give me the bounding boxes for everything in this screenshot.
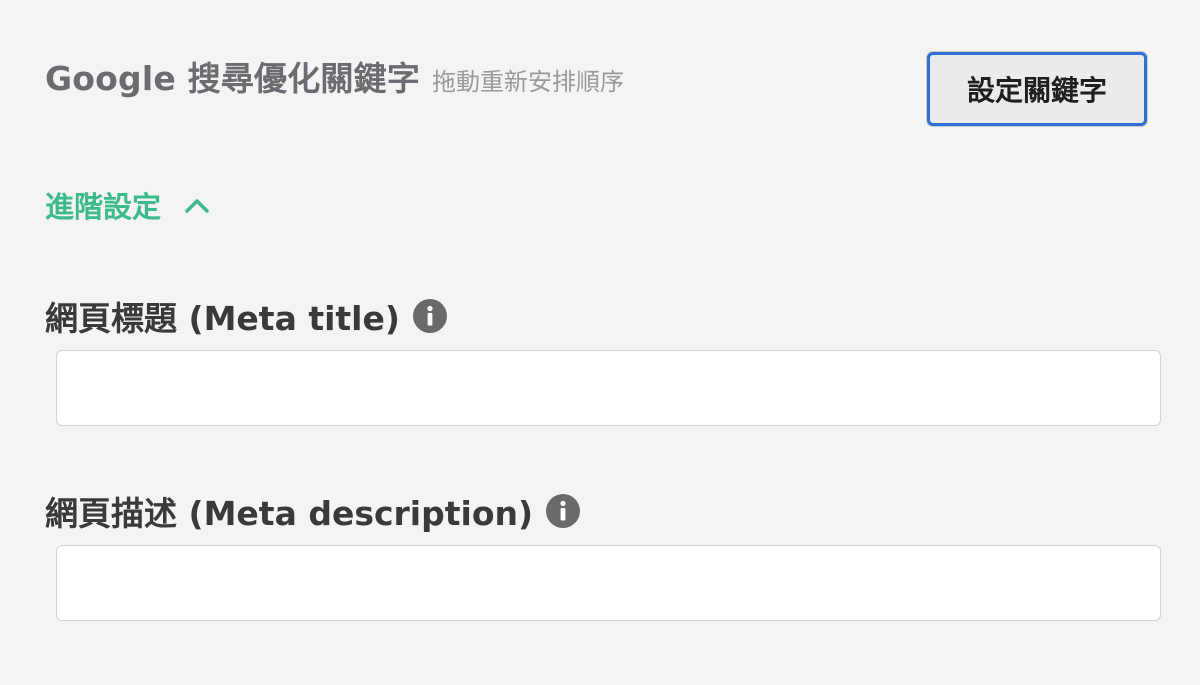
meta-description-input[interactable]	[56, 545, 1161, 621]
seo-keywords-hint: 拖動重新安排順序	[432, 68, 625, 96]
seo-keywords-title: Google 搜尋優化關鍵字	[45, 59, 421, 98]
advanced-settings-label: 進階設定	[45, 190, 162, 224]
seo-settings-panel: Google 搜尋優化關鍵字 拖動重新安排順序 設定關鍵字 進階設定 網頁標題 …	[0, 0, 1200, 685]
meta-title-input[interactable]	[56, 350, 1161, 426]
info-icon[interactable]	[412, 298, 448, 334]
set-keywords-button[interactable]: 設定關鍵字	[927, 52, 1147, 126]
info-icon[interactable]	[545, 493, 581, 529]
seo-keywords-header: Google 搜尋優化關鍵字 拖動重新安排順序	[45, 52, 624, 100]
meta-description-label-row: 網頁描述 (Meta description)	[45, 487, 581, 535]
advanced-settings-toggle[interactable]: 進階設定	[45, 184, 211, 226]
meta-title-label-row: 網頁標題 (Meta title)	[45, 292, 448, 340]
meta-description-label: 網頁描述 (Meta description)	[45, 494, 534, 533]
chevron-up-icon	[185, 199, 209, 213]
meta-title-label: 網頁標題 (Meta title)	[45, 299, 400, 338]
